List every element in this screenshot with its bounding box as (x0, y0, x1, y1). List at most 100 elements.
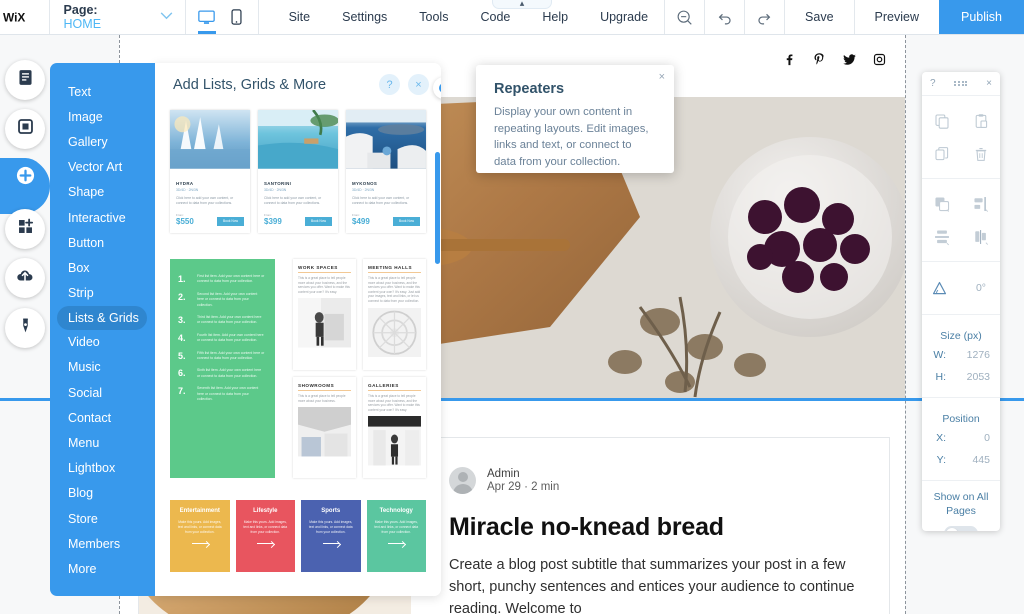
category-music[interactable]: Music (50, 355, 155, 380)
arrange-icon[interactable] (922, 187, 961, 220)
category-more[interactable]: More (50, 556, 155, 581)
category-shape[interactable]: Shape (50, 180, 155, 205)
color-card-title: Entertainment (179, 508, 220, 515)
category-button[interactable]: Button (50, 230, 155, 255)
rail-item-pages[interactable] (5, 60, 45, 100)
desktop-icon[interactable] (192, 0, 222, 34)
category-members[interactable]: Members (50, 531, 155, 556)
category-lists-and-grids[interactable]: Lists & Grids (57, 305, 147, 330)
page-selector[interactable]: Page: HOME (50, 0, 186, 34)
menu-item-site[interactable]: Site (273, 0, 327, 34)
topbar-collapse-tab[interactable]: ▴ (492, 0, 552, 9)
close-icon[interactable]: × (408, 74, 429, 95)
menu-item-upgrade[interactable]: Upgrade (584, 0, 664, 34)
category-interactive[interactable]: Interactive (50, 205, 155, 230)
category-image[interactable]: Image (50, 104, 155, 129)
travel-card-desc: Click here to add your own content, or c… (176, 195, 234, 205)
copy-icon[interactable] (922, 137, 961, 170)
width-value[interactable]: 1276 (952, 349, 1000, 361)
rail-item-add[interactable] (5, 158, 45, 198)
tooltip-close-icon[interactable]: × (659, 71, 665, 83)
space-card-desc: This is a great place to tell people mor… (368, 394, 420, 412)
mobile-icon[interactable] (222, 0, 252, 34)
show-on-all-pages-toggle[interactable] (944, 526, 978, 531)
delete-icon[interactable] (961, 137, 1000, 170)
y-value[interactable]: 445 (952, 454, 1000, 466)
align-horizontal-icon[interactable] (961, 187, 1000, 220)
rotate-value[interactable]: 0° (956, 282, 1000, 294)
rail-item-blog[interactable] (5, 308, 45, 348)
repeaters-tooltip: × Repeaters Display your own content in … (476, 65, 674, 173)
height-value[interactable]: 2053 (952, 371, 1000, 383)
help-icon[interactable]: ? (379, 74, 400, 95)
menu-item-settings[interactable]: Settings (326, 0, 403, 34)
color-card[interactable]: Lifestyle Make this yours. Add images, t… (235, 500, 295, 573)
twitter-icon[interactable] (841, 51, 857, 67)
wix-logo[interactable]: WiX (0, 0, 50, 34)
category-text[interactable]: Text (50, 79, 155, 104)
instagram-icon[interactable] (871, 51, 887, 67)
zoom-out-icon[interactable] (664, 0, 704, 34)
width-field[interactable]: W: 1276 (922, 345, 1000, 367)
numbered-list-widget[interactable]: 1. First list item. Add your own content… (170, 258, 275, 479)
travel-card[interactable]: SANTORINI 3D/4D · 2N/3N Click here to ad… (258, 110, 338, 233)
drag-grip-icon[interactable] (954, 80, 968, 87)
category-menu[interactable]: Menu (50, 430, 155, 455)
menu-item-tools[interactable]: Tools (403, 0, 464, 34)
arrow-right-icon[interactable] (191, 543, 208, 545)
x-field[interactable]: X: 0 (922, 428, 1000, 450)
paste-icon[interactable] (961, 104, 1000, 137)
travel-card[interactable]: HYDRA 3D/4D · 2N/3N Click here to add yo… (170, 110, 250, 233)
align-vertical-icon[interactable] (961, 220, 1000, 253)
category-lightbox[interactable]: Lightbox (50, 456, 155, 481)
save-button[interactable]: Save (785, 0, 855, 34)
list-number: 6. (178, 368, 186, 379)
list-number: 4. (178, 332, 186, 343)
category-strip[interactable]: Strip (50, 281, 155, 306)
add-panel-scroll-area[interactable]: HYDRA 3D/4D · 2N/3N Click here to add yo… (155, 106, 441, 596)
travel-card-button[interactable]: Book Now (216, 216, 244, 226)
space-card[interactable]: MEETING HALLS This is a great place to t… (363, 258, 426, 370)
toolbar-help-icon[interactable]: ? (930, 78, 936, 89)
rail-item-app-market[interactable] (5, 209, 45, 249)
category-blog[interactable]: Blog (50, 481, 155, 506)
rotate-angle-icon[interactable] (922, 272, 956, 305)
redo-icon[interactable] (744, 0, 784, 34)
rail-item-background[interactable] (5, 109, 45, 149)
space-card[interactable]: SHOWROOMS This is a great place to tell … (293, 376, 356, 479)
pinterest-icon[interactable] (811, 51, 827, 67)
category-social[interactable]: Social (50, 380, 155, 405)
facebook-icon[interactable] (781, 51, 797, 67)
color-card[interactable]: Technology Make this yours. Add images, … (366, 500, 426, 573)
color-card[interactable]: Entertainment Make this yours. Add image… (170, 500, 230, 573)
color-card-title: Sports (321, 508, 341, 515)
rail-item-my-uploads[interactable] (5, 258, 45, 298)
height-field[interactable]: H: 2053 (922, 367, 1000, 389)
category-box[interactable]: Box (50, 255, 155, 280)
publish-button[interactable]: Publish (939, 0, 1024, 34)
travel-card[interactable]: MYKONOS 3D/4D · 2N/3N Click here to add … (346, 110, 426, 233)
category-video[interactable]: Video (50, 330, 155, 355)
color-card[interactable]: Sports Make this yours. Add images, text… (301, 500, 361, 573)
duplicate-icon[interactable] (922, 104, 961, 137)
category-gallery[interactable]: Gallery (50, 129, 155, 154)
space-card-desc: This is a great place to tell people mor… (368, 276, 421, 303)
x-value[interactable]: 0 (952, 432, 1000, 444)
distribute-vertical-icon[interactable] (922, 220, 961, 253)
travel-card-button[interactable]: Book Now (392, 216, 420, 226)
panel-scrollbar[interactable] (435, 152, 440, 264)
y-field[interactable]: Y: 445 (922, 450, 1000, 472)
toolbar-close-icon[interactable]: × (986, 78, 992, 89)
arrow-right-icon[interactable] (388, 543, 405, 545)
undo-icon[interactable] (704, 0, 744, 34)
space-card[interactable]: WORK SPACES This is a great place to tel… (293, 258, 356, 370)
travel-card-button[interactable]: Book Now (304, 216, 332, 226)
chevron-down-icon[interactable] (160, 11, 173, 23)
category-contact[interactable]: Contact (50, 405, 155, 430)
category-vector-art[interactable]: Vector Art (50, 155, 155, 180)
arrow-right-icon[interactable] (322, 543, 339, 545)
space-card[interactable]: GALLERIES This is a great place to tell … (363, 376, 426, 479)
preview-button[interactable]: Preview (855, 0, 939, 34)
category-store[interactable]: Store (50, 506, 155, 531)
arrow-right-icon[interactable] (257, 543, 274, 545)
